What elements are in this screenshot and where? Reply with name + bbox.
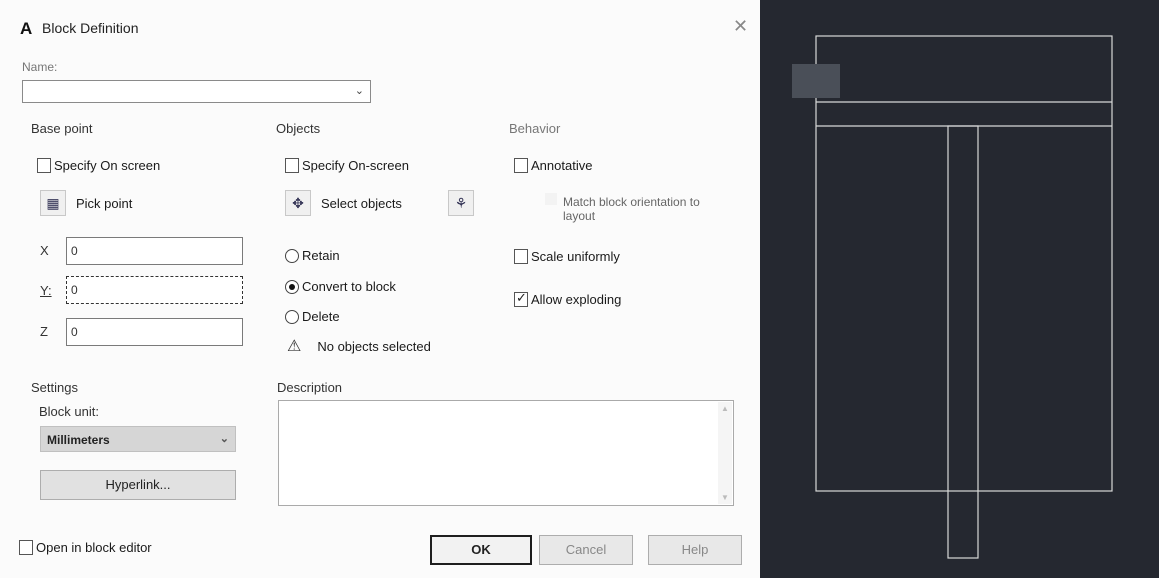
cancel-button[interactable]: Cancel xyxy=(539,535,633,565)
open-in-editor-label: Open in block editor xyxy=(36,540,152,555)
objects-specify-label: Specify On-screen xyxy=(302,158,409,173)
description-label: Description xyxy=(277,380,343,395)
objects-specify-onscreen[interactable]: Specify On-screen xyxy=(285,158,409,173)
name-label: Name: xyxy=(22,60,58,74)
open-in-editor-option[interactable]: Open in block editor xyxy=(19,540,152,555)
close-icon[interactable]: ✕ xyxy=(733,16,748,37)
ok-button[interactable]: OK xyxy=(430,535,532,565)
delete-radio[interactable] xyxy=(285,309,299,324)
scroll-down-icon[interactable]: ▼ xyxy=(721,493,729,502)
objects-status: ⚠ No objects selected xyxy=(287,336,431,356)
objects-heading: Objects xyxy=(276,121,321,136)
chevron-down-icon[interactable]: ⌄ xyxy=(220,432,229,445)
match-orientation-checkbox[interactable] xyxy=(545,193,557,205)
base-point-heading: Base point xyxy=(31,121,93,136)
z-label: Z xyxy=(40,324,48,339)
annotative-option[interactable]: Annotative xyxy=(514,158,592,173)
autocad-a-icon: A xyxy=(20,19,33,38)
help-button[interactable]: Help xyxy=(648,535,742,565)
allow-exploding-checkbox[interactable] xyxy=(514,290,528,307)
vertical-column xyxy=(947,125,979,559)
settings-heading: Settings xyxy=(31,380,78,395)
dialog-title: Block Definition xyxy=(42,20,139,36)
warning-icon: ⚠ xyxy=(287,338,302,355)
pick-point-label: Pick point xyxy=(76,195,133,211)
y-label: Y: xyxy=(40,283,52,298)
drawing-svg xyxy=(792,35,1113,559)
z-input[interactable]: 0 xyxy=(66,318,243,346)
annotative-checkbox[interactable] xyxy=(514,158,528,173)
crosshair-icon: ✥ xyxy=(285,190,311,216)
chevron-down-icon[interactable]: ⌄ xyxy=(355,84,364,97)
base-specify-checkbox[interactable] xyxy=(37,158,51,173)
select-objects-button[interactable]: ✥ Select objects xyxy=(285,190,402,216)
x-label: X xyxy=(40,243,49,258)
description-textarea[interactable]: ▲ ▼ xyxy=(278,400,734,506)
retain-radio[interactable] xyxy=(285,248,299,263)
block-unit-label: Block unit: xyxy=(39,404,99,419)
scale-uniformly-label: Scale uniformly xyxy=(531,249,620,264)
delete-option[interactable]: Delete xyxy=(285,309,340,324)
open-in-editor-checkbox[interactable] xyxy=(19,540,33,555)
grip-square xyxy=(792,64,840,98)
retain-label: Retain xyxy=(302,248,340,263)
select-objects-label: Select objects xyxy=(321,195,402,211)
hyperlink-button[interactable]: Hyperlink... xyxy=(40,470,236,500)
description-scrollbar[interactable]: ▲ ▼ xyxy=(718,402,732,504)
quick-select-icon[interactable]: ⚘ xyxy=(448,190,474,216)
outer-frame xyxy=(815,35,1113,492)
match-orientation-label: Match block orientation to layout xyxy=(563,195,700,223)
allow-exploding-label: Allow exploding xyxy=(531,292,622,307)
convert-label: Convert to block xyxy=(302,279,396,294)
convert-radio[interactable] xyxy=(285,279,299,294)
objects-specify-checkbox[interactable] xyxy=(285,158,299,173)
base-specify-label: Specify On screen xyxy=(54,158,161,173)
delete-label: Delete xyxy=(302,309,340,324)
behavior-heading: Behavior xyxy=(509,121,561,136)
block-unit-value: Millimeters xyxy=(47,433,110,447)
annotative-label: Annotative xyxy=(531,158,593,173)
retain-option[interactable]: Retain xyxy=(285,248,340,263)
scale-uniformly-checkbox[interactable] xyxy=(514,249,528,264)
allow-exploding-option[interactable]: Allow exploding xyxy=(514,290,622,307)
drawing-canvas[interactable] xyxy=(760,0,1159,578)
scroll-up-icon[interactable]: ▲ xyxy=(721,404,729,413)
pick-point-button[interactable]: ▦ Pick point xyxy=(40,190,132,216)
x-input[interactable]: 0 xyxy=(66,237,243,265)
objects-status-text: No objects selected xyxy=(317,338,431,354)
base-specify-onscreen[interactable]: Specify On screen xyxy=(37,158,160,173)
block-unit-select[interactable]: Millimeters ⌄ xyxy=(40,426,236,452)
convert-option[interactable]: Convert to block xyxy=(285,279,396,294)
name-combobox[interactable]: ⌄ xyxy=(22,80,371,103)
pick-point-icon: ▦ xyxy=(40,190,66,216)
block-definition-dialog: A Block Definition ✕ Name: ⌄ Base point … xyxy=(0,0,761,578)
scale-uniformly-option[interactable]: Scale uniformly xyxy=(514,249,620,264)
y-input[interactable]: 0 xyxy=(66,276,243,304)
